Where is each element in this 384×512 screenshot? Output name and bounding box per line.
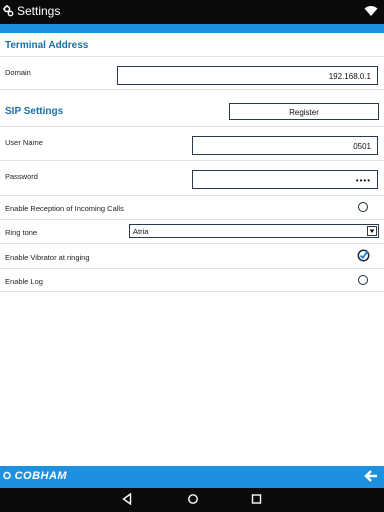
nav-back-icon[interactable] bbox=[122, 493, 132, 505]
log-radio[interactable] bbox=[358, 275, 368, 285]
footer-bar: COBHAM bbox=[0, 466, 384, 488]
divider bbox=[0, 268, 384, 269]
domain-label: Domain bbox=[5, 68, 31, 77]
cobham-logo: COBHAM bbox=[3, 470, 67, 482]
ringtone-label: Ring tone bbox=[5, 228, 38, 237]
ringtone-select[interactable]: Atria bbox=[129, 224, 379, 238]
header-accent-bar bbox=[0, 24, 384, 33]
app-header: Settings bbox=[3, 4, 60, 18]
logo-mark-icon bbox=[3, 471, 11, 480]
username-field[interactable]: 0501 bbox=[192, 136, 378, 155]
vibrator-label: Enable Vibrator at ringing bbox=[5, 253, 90, 262]
divider bbox=[0, 291, 384, 292]
arrow-left-icon[interactable] bbox=[364, 469, 378, 483]
log-label: Enable Log bbox=[5, 277, 43, 286]
divider bbox=[0, 219, 384, 220]
divider bbox=[0, 89, 384, 90]
divider bbox=[0, 56, 384, 57]
nav-recents-icon[interactable] bbox=[251, 493, 262, 505]
incoming-calls-label: Enable Reception of Incoming Calls bbox=[5, 204, 124, 213]
chevron-down-icon bbox=[367, 226, 377, 236]
username-label: User Name bbox=[5, 138, 43, 147]
divider bbox=[0, 195, 384, 196]
logo-text: COBHAM bbox=[14, 470, 68, 482]
status-bar: Settings bbox=[0, 0, 384, 24]
terminal-address-title: Terminal Address bbox=[5, 40, 89, 51]
incoming-calls-radio[interactable] bbox=[358, 202, 368, 212]
register-button[interactable]: Register bbox=[229, 103, 379, 120]
navigation-bar bbox=[0, 488, 384, 512]
page-title: Settings bbox=[17, 4, 61, 18]
vibrator-checked-radio[interactable] bbox=[357, 249, 370, 262]
wifi-icon bbox=[364, 6, 378, 16]
divider bbox=[0, 243, 384, 244]
sip-settings-title: SIP Settings bbox=[5, 106, 64, 117]
divider bbox=[0, 160, 384, 161]
nav-home-icon[interactable] bbox=[187, 493, 199, 505]
domain-field[interactable]: 192.168.0.1 bbox=[117, 66, 378, 85]
password-field[interactable]: •••• bbox=[192, 170, 378, 189]
divider bbox=[0, 126, 384, 127]
ringtone-value: Atria bbox=[133, 227, 149, 236]
gears-icon bbox=[3, 5, 14, 17]
password-label: Password bbox=[5, 172, 38, 181]
